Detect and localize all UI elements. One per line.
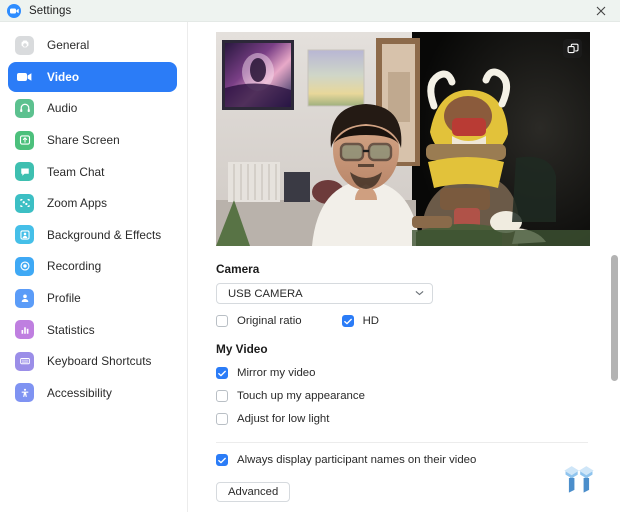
my-video-option-row: Mirror my video xyxy=(216,367,596,379)
scrollbar-thumb[interactable] xyxy=(611,255,618,381)
sidebar-item-label: Audio xyxy=(47,101,78,116)
sidebar-item-label: Background & Effects xyxy=(47,227,162,242)
my-video-option-row: Adjust for low light xyxy=(216,413,596,425)
checkbox-label: Always display participant names on thei… xyxy=(237,454,477,466)
sidebar-item-label: Keyboard Shortcuts xyxy=(47,354,152,369)
camera-select[interactable]: USB CAMERA xyxy=(216,283,433,304)
checkbox-hd[interactable]: HD xyxy=(341,315,380,327)
settings-window: Settings General Video Audio Share Scree… xyxy=(0,0,620,512)
check-icon xyxy=(343,318,352,324)
chat-bubble-icon xyxy=(15,162,34,182)
sidebar-item-label: General xyxy=(47,38,90,53)
sidebar-item-profile[interactable]: Profile xyxy=(8,283,177,314)
checkbox-box xyxy=(216,454,228,466)
zoom-logo-icon xyxy=(7,3,21,18)
user-icon xyxy=(15,288,34,308)
gear-icon xyxy=(15,35,34,55)
checkbox-box xyxy=(216,367,228,379)
my-video-option-row: Touch up my appearance xyxy=(216,390,596,402)
sidebar-item-accessibility[interactable]: Accessibility xyxy=(8,378,177,409)
person-frame-icon xyxy=(15,225,34,245)
checkbox-touch-up-my-appearance[interactable]: Touch up my appearance xyxy=(216,390,365,402)
headphones-icon xyxy=(15,98,34,118)
window-title: Settings xyxy=(29,4,72,17)
apps-grid-icon xyxy=(15,193,34,213)
camera-preview-image xyxy=(216,32,590,246)
bar-chart-icon xyxy=(15,320,34,340)
checkbox-label: Mirror my video xyxy=(237,367,316,379)
check-icon xyxy=(218,457,226,463)
checkbox-label: Adjust for low light xyxy=(237,413,330,425)
sidebar-item-label: Accessibility xyxy=(47,385,112,400)
camera-preview[interactable] xyxy=(216,32,590,246)
title-bar: Settings xyxy=(0,0,620,22)
sidebar-item-general[interactable]: General xyxy=(8,30,177,61)
checkbox-label: Original ratio xyxy=(237,315,302,327)
sidebar-item-keyboard-shortcuts[interactable]: Keyboard Shortcuts xyxy=(8,346,177,377)
camera-options-row: Original ratio HD xyxy=(216,315,596,327)
checkbox-box xyxy=(341,315,354,327)
sidebar-item-label: Profile xyxy=(47,291,81,306)
settings-sidebar: General Video Audio Share Screen Team Ch… xyxy=(0,22,188,512)
sidebar-item-label: Zoom Apps xyxy=(47,196,108,211)
sidebar-item-label: Team Chat xyxy=(47,164,105,179)
video-camera-icon xyxy=(15,67,34,86)
sidebar-item-recording[interactable]: Recording xyxy=(8,251,177,282)
checkbox-label: Touch up my appearance xyxy=(237,390,365,402)
check-icon xyxy=(218,370,226,376)
checkbox-box xyxy=(216,390,228,402)
close-icon xyxy=(596,6,606,16)
checkbox-adjust-for-low-light[interactable]: Adjust for low light xyxy=(216,413,329,425)
advanced-button[interactable]: Advanced xyxy=(216,482,291,502)
camera-heading: Camera xyxy=(216,262,260,276)
checkbox-box xyxy=(216,413,228,425)
sidebar-item-label: Statistics xyxy=(47,322,95,337)
checkbox-mirror-my-video[interactable]: Mirror my video xyxy=(216,367,315,379)
my-video-heading: My Video xyxy=(216,342,268,356)
accessibility-icon xyxy=(15,383,34,403)
sidebar-item-zoom-apps[interactable]: Zoom Apps xyxy=(8,188,177,219)
sidebar-item-video[interactable]: Video xyxy=(8,61,177,93)
checkbox-label: HD xyxy=(362,315,380,327)
sidebar-item-statistics[interactable]: Statistics xyxy=(8,314,177,345)
sidebar-item-share-screen[interactable]: Share Screen xyxy=(8,125,177,156)
record-circle-icon xyxy=(15,256,34,276)
share-screen-icon xyxy=(15,130,34,150)
checkbox-original-ratio[interactable]: Original ratio xyxy=(216,315,302,327)
section-divider xyxy=(216,442,588,443)
checkbox-box xyxy=(216,315,228,327)
sidebar-item-team-chat[interactable]: Team Chat xyxy=(8,156,177,187)
sidebar-item-background-effects[interactable]: Background & Effects xyxy=(8,220,177,251)
pip-swap-icon[interactable] xyxy=(563,39,582,58)
sidebar-item-label: Recording xyxy=(47,259,102,274)
keyboard-icon xyxy=(15,351,34,371)
sidebar-item-label: Video xyxy=(47,69,80,84)
sidebar-item-audio[interactable]: Audio xyxy=(8,93,177,124)
content-scrollbar[interactable] xyxy=(611,22,618,512)
sidebar-item-label: Share Screen xyxy=(47,133,120,148)
video-settings-panel: Camera USB CAMERA Original ratio HD My V… xyxy=(188,22,620,512)
window-body: General Video Audio Share Screen Team Ch… xyxy=(0,22,620,512)
chevron-down-icon xyxy=(415,289,424,299)
close-button[interactable] xyxy=(582,0,620,22)
camera-select-value: USB CAMERA xyxy=(228,287,303,300)
participant-option-row: Always display participant names on thei… xyxy=(216,454,596,466)
checkbox-always-display-participant-names[interactable]: Always display participant names on thei… xyxy=(216,454,476,466)
